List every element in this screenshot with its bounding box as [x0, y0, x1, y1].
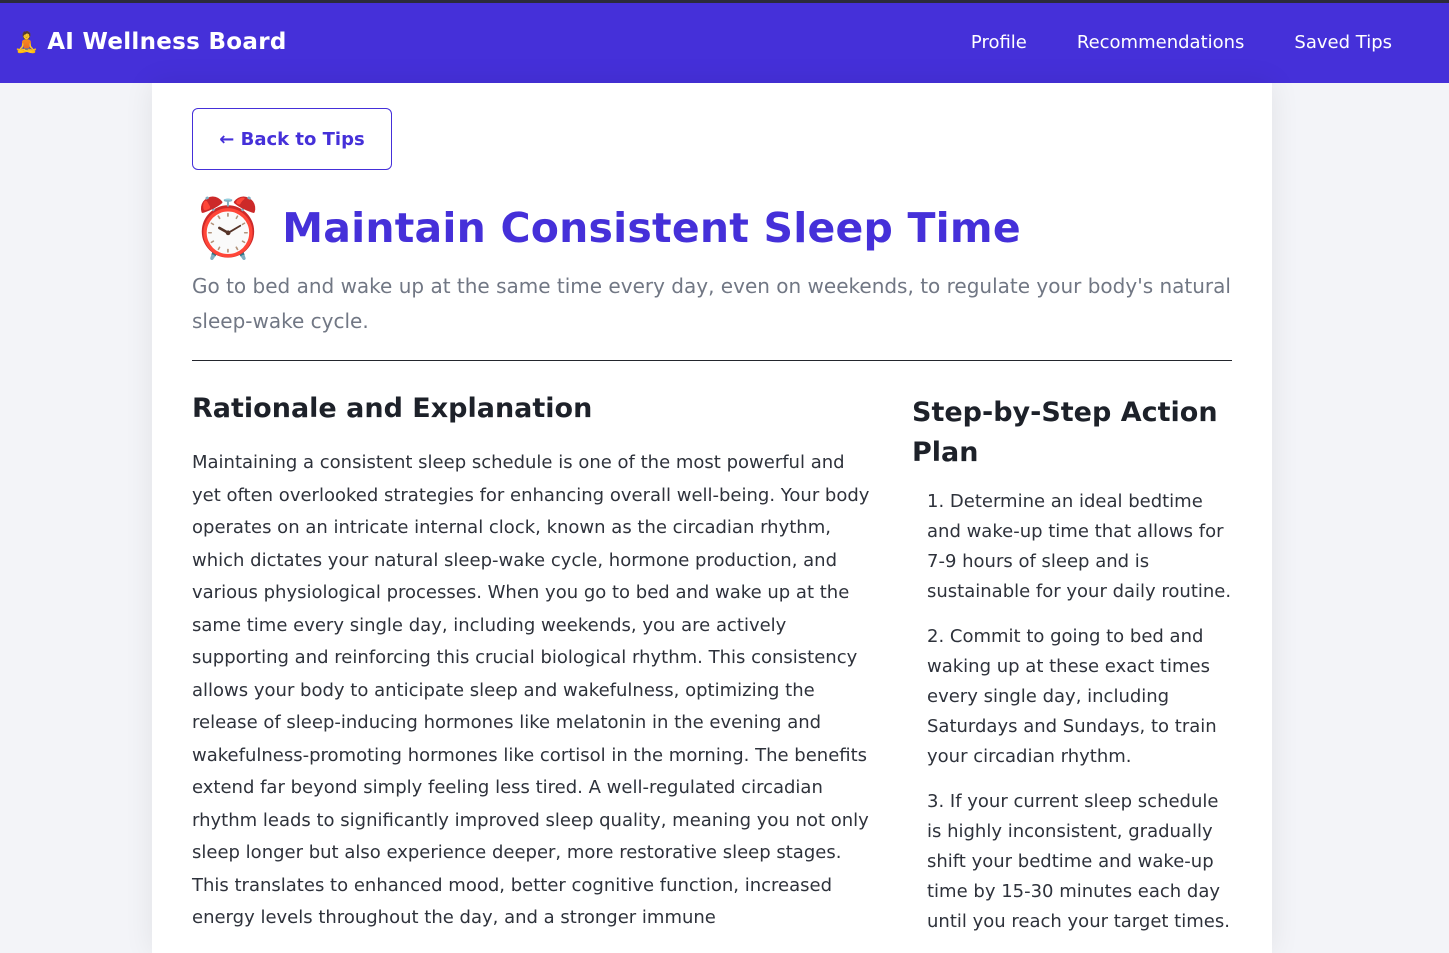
rationale-heading: Rationale and Explanation	[192, 393, 593, 424]
navbar: 🧘 AI Wellness Board Profile Recommendati…	[0, 3, 1449, 83]
tip-title-row: ⏰ Maintain Consistent Sleep Time	[192, 195, 1021, 261]
action-step: 1. Determine an ideal bedtime and wake-u…	[927, 491, 1232, 602]
meditation-icon: 🧘	[14, 30, 40, 54]
back-to-tips-button[interactable]: ← Back to Tips	[192, 108, 392, 170]
alarm-clock-icon: ⏰	[192, 194, 265, 262]
nav-link-recommendations[interactable]: Recommendations	[1077, 32, 1245, 53]
nav-link-saved-tips[interactable]: Saved Tips	[1294, 32, 1392, 53]
brand-logo[interactable]: 🧘 AI Wellness Board	[14, 29, 287, 55]
action-step: 2. Commit to going to bed and waking up …	[927, 626, 1217, 767]
action-plan-heading: Step-by-Step Action Plan	[912, 397, 1218, 468]
brand-title: AI Wellness Board	[47, 29, 287, 55]
tip-subtitle: Go to bed and wake up at the same time e…	[192, 274, 1231, 333]
action-plan-steps: 1. Determine an ideal bedtime and wake-u…	[927, 487, 1237, 952]
nav-link-profile[interactable]: Profile	[971, 32, 1027, 53]
action-step: 3. If your current sleep schedule is hig…	[927, 791, 1230, 932]
tip-detail-card: ← Back to Tips ⏰ Maintain Consistent Sle…	[152, 83, 1272, 953]
divider	[192, 360, 1232, 361]
rationale-body: Maintaining a consistent sleep schedule …	[192, 452, 870, 928]
page-title: Maintain Consistent Sleep Time	[282, 204, 1021, 252]
nav-links: Profile Recommendations Saved Tips	[921, 32, 1392, 53]
